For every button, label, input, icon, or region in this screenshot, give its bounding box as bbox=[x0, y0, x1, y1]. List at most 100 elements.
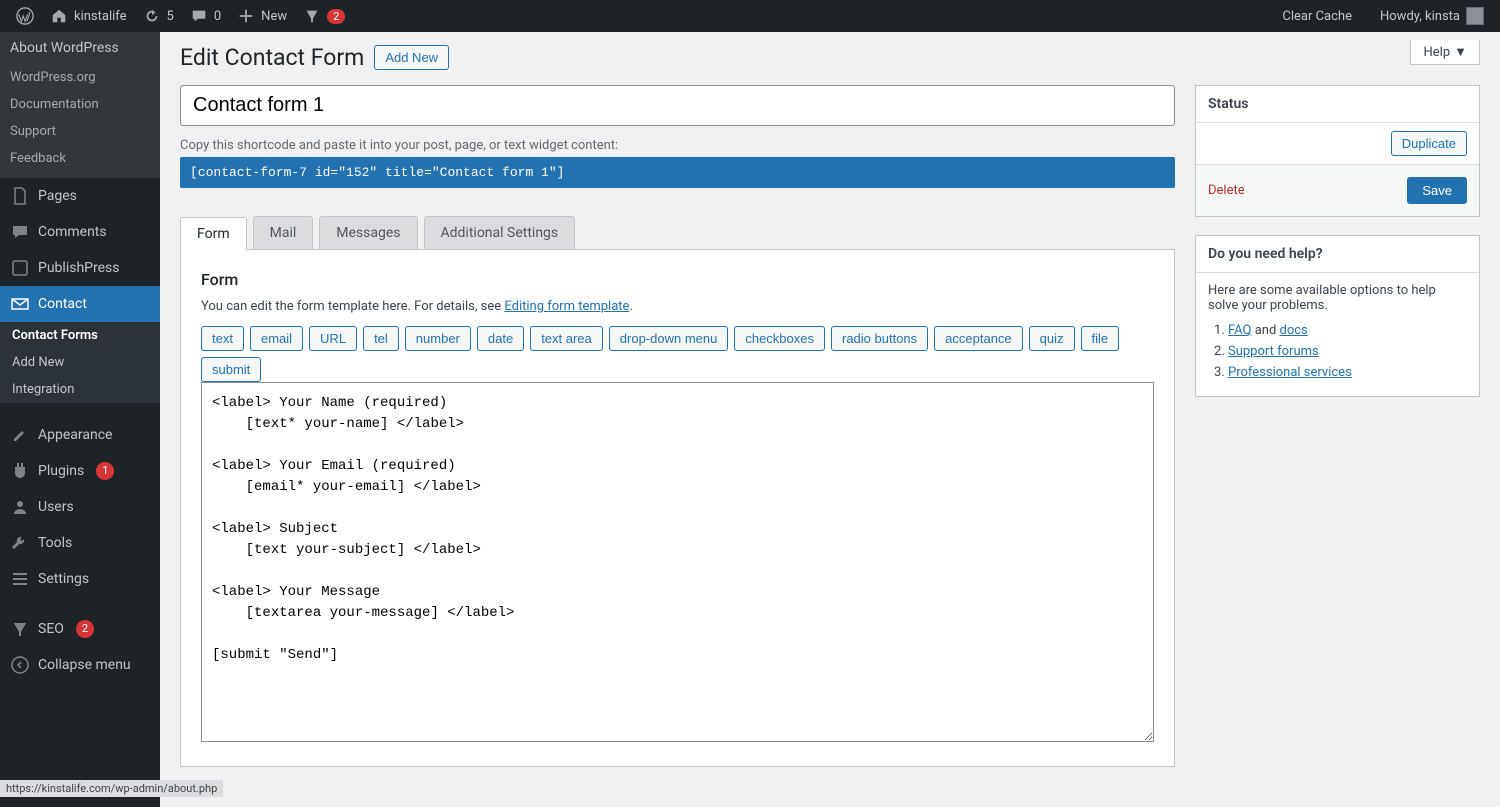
tag-btn-radio-buttons[interactable]: radio buttons bbox=[831, 326, 928, 351]
sidebar-pages[interactable]: Pages bbox=[0, 178, 160, 214]
plugins-badge: 1 bbox=[96, 462, 114, 480]
sidebar-contact-addnew[interactable]: Add New bbox=[0, 349, 160, 376]
site-name: kinstalife bbox=[74, 9, 127, 24]
wp-logo[interactable] bbox=[8, 0, 42, 32]
tag-btn-submit[interactable]: submit bbox=[201, 357, 261, 382]
yoast-icon bbox=[303, 7, 321, 25]
avatar bbox=[1466, 7, 1484, 25]
admin-bar: kinstalife 5 0 New 2 Clear Cache Howdy, … bbox=[0, 0, 1500, 32]
howdy-text: Howdy, kinsta bbox=[1380, 9, 1460, 24]
sidebar-appearance[interactable]: Appearance bbox=[0, 417, 160, 453]
tag-btn-file[interactable]: file bbox=[1081, 326, 1120, 351]
tag-btn-text-area[interactable]: text area bbox=[530, 326, 603, 351]
sidebar-publishpress[interactable]: PublishPress bbox=[0, 250, 160, 286]
sidebar-about[interactable]: About WordPress bbox=[0, 32, 160, 64]
form-heading: Form bbox=[201, 270, 1154, 289]
comment-icon bbox=[190, 7, 208, 25]
publishpress-icon bbox=[10, 258, 30, 278]
help-item-faq: FAQ and docs bbox=[1228, 323, 1467, 338]
status-postbox: Status Duplicate Delete Save bbox=[1195, 85, 1480, 217]
comments-count: 0 bbox=[214, 9, 221, 24]
tag-btn-number[interactable]: number bbox=[405, 326, 471, 351]
yoast-icon bbox=[10, 619, 30, 639]
help-tab[interactable]: Help▼ bbox=[1410, 40, 1480, 65]
faq-link[interactable]: FAQ bbox=[1228, 323, 1251, 338]
comments-link[interactable]: 0 bbox=[182, 0, 229, 32]
admin-sidebar: About WordPress WordPress.org Documentat… bbox=[0, 32, 160, 807]
shortcode-hint: Copy this shortcode and paste it into yo… bbox=[180, 138, 1175, 153]
sidebar-contact-submenu: Contact Forms Add New Integration bbox=[0, 322, 160, 403]
updates-count: 5 bbox=[167, 9, 174, 24]
help-item-forums: Support forums bbox=[1228, 344, 1467, 359]
tag-btn-acceptance[interactable]: acceptance bbox=[934, 326, 1023, 351]
tag-btn-text[interactable]: text bbox=[201, 326, 244, 351]
help-title: Do you need help? bbox=[1196, 236, 1479, 273]
site-name-link[interactable]: kinstalife bbox=[42, 0, 135, 32]
sidebar-wporg[interactable]: WordPress.org bbox=[0, 64, 160, 91]
tab-mail[interactable]: Mail bbox=[253, 216, 314, 249]
page-title: Edit Contact Form bbox=[180, 44, 364, 71]
tag-btn-quiz[interactable]: quiz bbox=[1029, 326, 1075, 351]
collapse-icon bbox=[10, 655, 30, 675]
save-button[interactable]: Save bbox=[1407, 177, 1467, 204]
editing-template-link[interactable]: Editing form template bbox=[504, 299, 629, 314]
my-account-link[interactable]: Howdy, kinsta bbox=[1372, 0, 1492, 32]
add-new-button[interactable]: Add New bbox=[374, 45, 449, 70]
delete-link[interactable]: Delete bbox=[1208, 183, 1245, 198]
help-intro: Here are some available options to help … bbox=[1208, 283, 1467, 313]
form-desc: You can edit the form template here. For… bbox=[201, 299, 1154, 314]
wrench-icon bbox=[10, 533, 30, 553]
sliders-icon bbox=[10, 569, 30, 589]
help-item-pro: Professional services bbox=[1228, 365, 1467, 380]
sidebar-comments[interactable]: Comments bbox=[0, 214, 160, 250]
status-bar-url: https://kinstalife.com/wp-admin/about.ph… bbox=[0, 780, 223, 797]
sidebar-contact-forms[interactable]: Contact Forms bbox=[0, 322, 160, 349]
tag-btn-email[interactable]: email bbox=[250, 326, 303, 351]
new-content-link[interactable]: New bbox=[229, 0, 295, 32]
clear-cache-link[interactable]: Clear Cache bbox=[1274, 0, 1360, 32]
form-panel: Form You can edit the form template here… bbox=[180, 250, 1175, 767]
user-icon bbox=[10, 497, 30, 517]
sidebar-contact-integration[interactable]: Integration bbox=[0, 376, 160, 403]
help-list: FAQ and docs Support forums Professional… bbox=[1208, 323, 1467, 380]
editor-tabs: Form Mail Messages Additional Settings bbox=[180, 216, 1175, 250]
tag-btn-URL[interactable]: URL bbox=[309, 326, 357, 351]
sidebar-plugins[interactable]: Plugins1 bbox=[0, 453, 160, 489]
sidebar-documentation[interactable]: Documentation bbox=[0, 91, 160, 118]
sidebar-collapse[interactable]: Collapse menu bbox=[0, 647, 160, 683]
form-template-textarea[interactable] bbox=[201, 382, 1154, 742]
sidebar-support[interactable]: Support bbox=[0, 118, 160, 145]
docs-link[interactable]: docs bbox=[1280, 323, 1308, 338]
tag-btn-date[interactable]: date bbox=[477, 326, 524, 351]
sidebar-settings[interactable]: Settings bbox=[0, 561, 160, 597]
sidebar-feedback[interactable]: Feedback bbox=[0, 145, 160, 172]
seo-badge: 2 bbox=[76, 620, 94, 638]
plugin-icon bbox=[10, 461, 30, 481]
sidebar-seo[interactable]: SEO2 bbox=[0, 611, 160, 647]
brush-icon bbox=[10, 425, 30, 445]
sidebar-contact[interactable]: Contact bbox=[0, 286, 160, 322]
yoast-link[interactable]: 2 bbox=[295, 0, 353, 32]
tab-form[interactable]: Form bbox=[180, 217, 247, 250]
sidebar-users[interactable]: Users bbox=[0, 489, 160, 525]
tab-messages[interactable]: Messages bbox=[319, 216, 417, 249]
tag-btn-drop-down-menu[interactable]: drop-down menu bbox=[609, 326, 729, 351]
refresh-icon bbox=[143, 7, 161, 25]
new-label: New bbox=[261, 9, 287, 24]
shortcode-box[interactable]: [contact-form-7 id="152" title="Contact … bbox=[180, 157, 1175, 188]
form-title-input[interactable] bbox=[180, 85, 1175, 126]
tab-additional[interactable]: Additional Settings bbox=[424, 216, 576, 249]
sidebar-tools[interactable]: Tools bbox=[0, 525, 160, 561]
plus-icon bbox=[237, 7, 255, 25]
wordpress-icon bbox=[16, 7, 34, 25]
chevron-down-icon: ▼ bbox=[1454, 44, 1467, 60]
comment-icon bbox=[10, 222, 30, 242]
tag-btn-checkboxes[interactable]: checkboxes bbox=[734, 326, 825, 351]
forums-link[interactable]: Support forums bbox=[1228, 344, 1319, 359]
main-content: Help▼ Edit Contact Form Add New Copy thi… bbox=[160, 32, 1500, 807]
duplicate-button[interactable]: Duplicate bbox=[1391, 131, 1467, 156]
updates-link[interactable]: 5 bbox=[135, 0, 182, 32]
mail-icon bbox=[10, 294, 30, 314]
pro-link[interactable]: Professional services bbox=[1228, 365, 1352, 380]
tag-btn-tel[interactable]: tel bbox=[363, 326, 399, 351]
